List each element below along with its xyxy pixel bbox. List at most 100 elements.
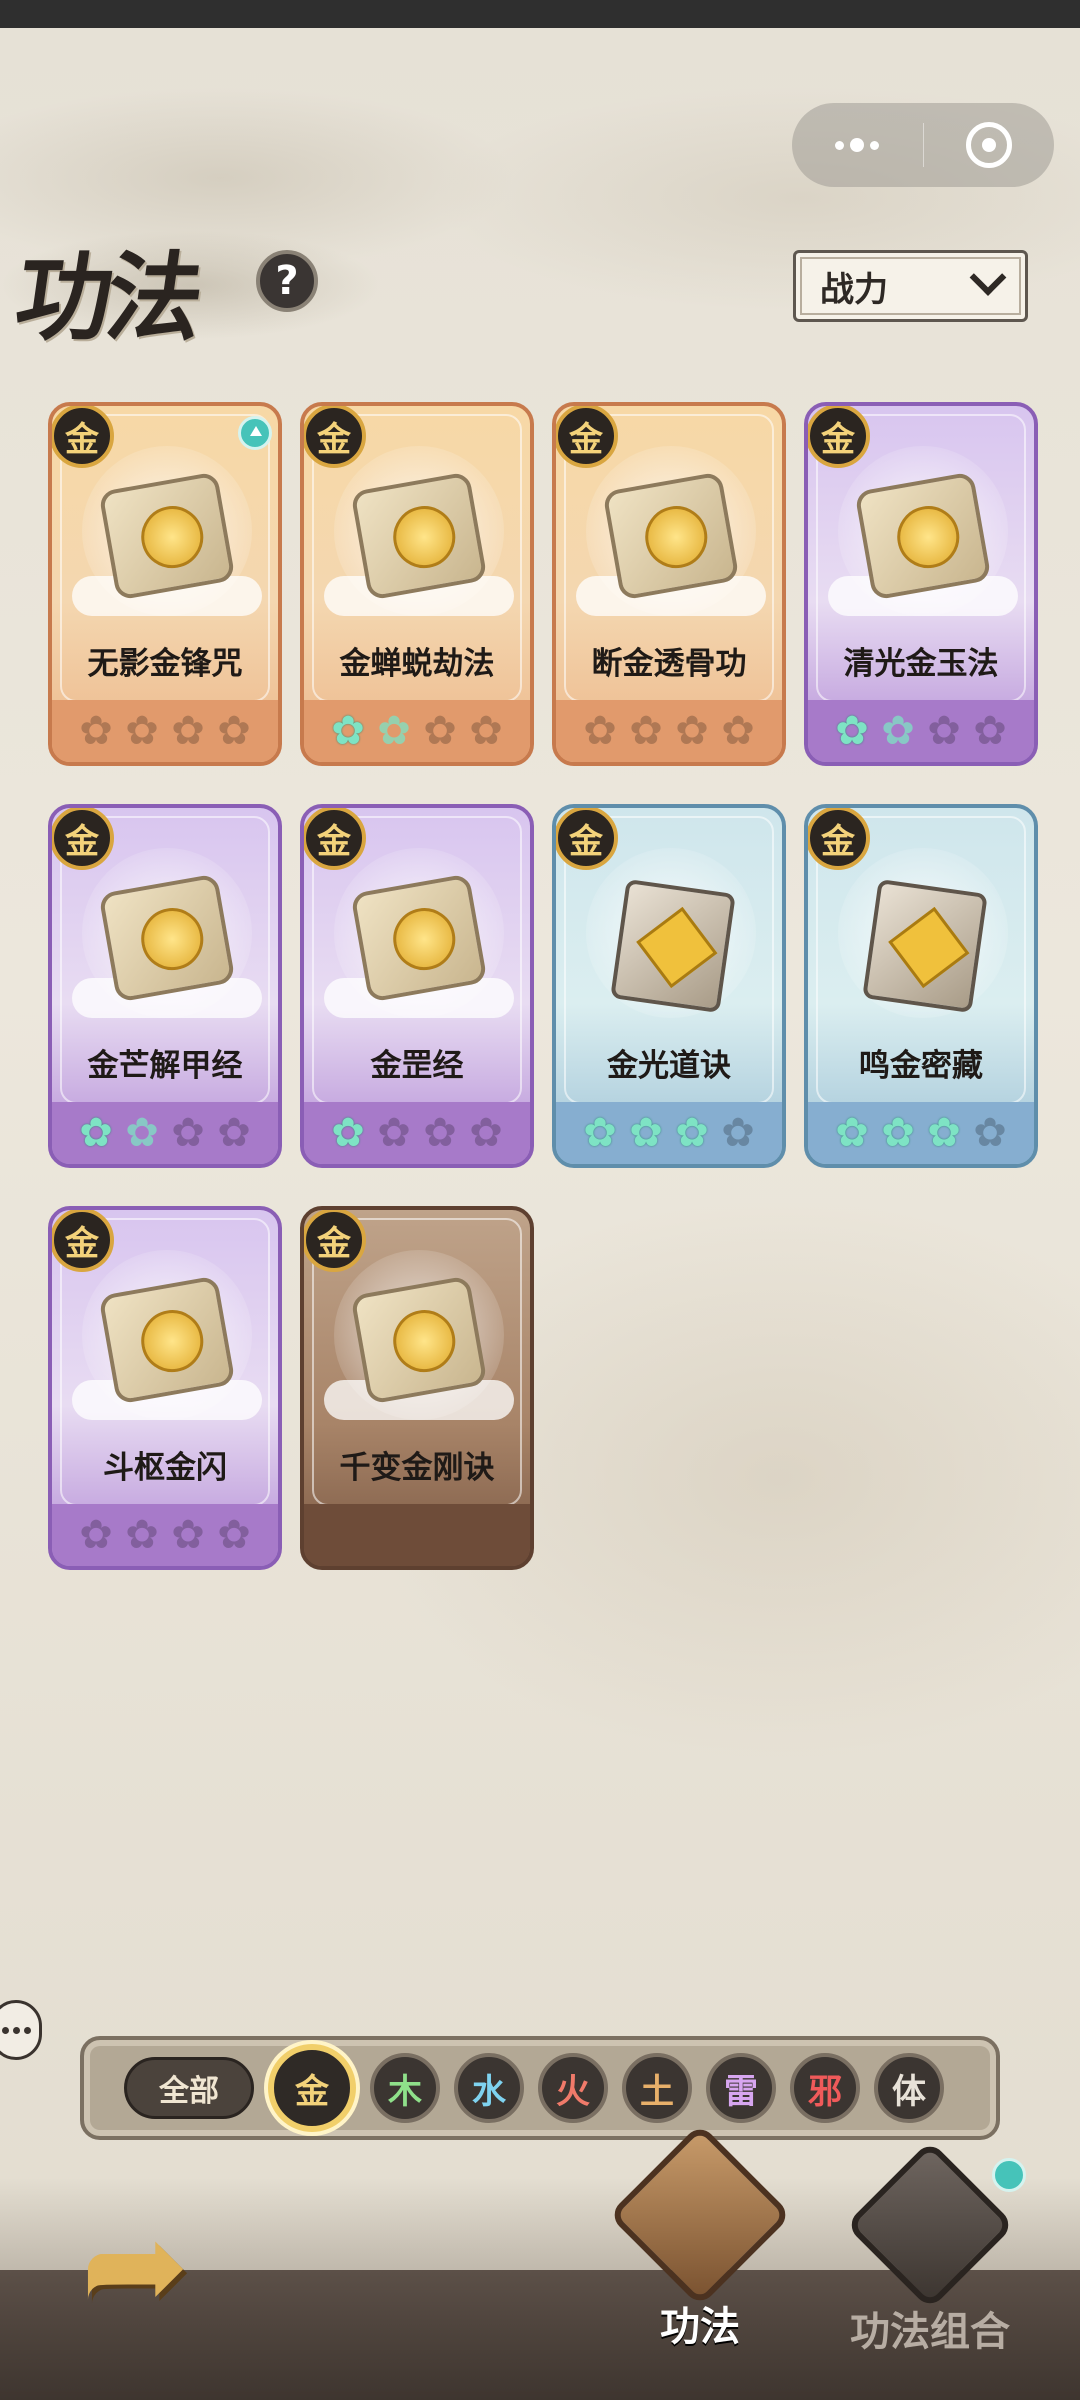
star-flower-icon: ✿ [377, 708, 411, 754]
dragon-scroll-icon [350, 471, 488, 601]
star-flower-icon: ✿ [469, 1110, 503, 1156]
card-footer: ✿ ✿ ✿ ✿ [808, 1102, 1034, 1164]
skill-card[interactable]: 金千变金刚诀0/20 [300, 1206, 534, 1570]
star-flower-icon: ✿ [125, 708, 159, 754]
element-badge: 金 [808, 406, 870, 468]
combo-emblem-icon [845, 2140, 1015, 2310]
dragon-scroll-icon [98, 1275, 236, 1405]
star-flower-icon: ✿ [331, 708, 365, 754]
filter-all-button[interactable]: 全部 [124, 2057, 254, 2119]
card-footer: ✿ ✿ ✿ ✿ [556, 1102, 782, 1164]
element-badge: 金 [556, 406, 618, 468]
filter-chip[interactable]: 水 [454, 2053, 524, 2123]
star-flower-icon: ✿ [583, 708, 617, 754]
star-flower-icon: ✿ [927, 708, 961, 754]
title-area: 功法 ? [0, 200, 380, 354]
more-button[interactable] [792, 103, 923, 187]
star-flower-icon: ✿ [217, 708, 251, 754]
star-flower-icon: ✿ [881, 708, 915, 754]
star-flower-icon: ✿ [423, 1110, 457, 1156]
star-flower-icon: ✿ [171, 708, 205, 754]
dragon-scroll-icon [350, 873, 488, 1003]
star-flower-icon: ✿ [79, 1110, 113, 1156]
star-flower-icon: ✿ [377, 1110, 411, 1156]
element-badge: 金 [304, 406, 366, 468]
star-flower-icon: ✿ [469, 708, 503, 754]
star-flower-icon: ✿ [217, 1110, 251, 1156]
star-flower-icon: ✿ [171, 1512, 205, 1558]
card-footer: ✿ ✿ ✿ ✿ [556, 700, 782, 762]
skill-card[interactable]: 金金罡经 ✿ ✿ ✿ ✿ [300, 804, 534, 1168]
skill-name: 千变金刚诀 [339, 1450, 495, 1486]
skill-name: 金罡经 [370, 1048, 464, 1084]
tab-combo-label: 功法组合 [850, 2309, 1010, 2355]
star-flower-icon: ✿ [973, 708, 1007, 754]
star-flower-icon: ✿ [721, 708, 755, 754]
skill-card[interactable]: 金清光金玉法 ✿ ✿ ✿ ✿ [804, 402, 1038, 766]
skill-name: 金蝉蜕劫法 [339, 646, 495, 682]
star-flower-icon: ✿ [629, 1110, 663, 1156]
more-dots-icon [835, 138, 880, 152]
element-badge: 金 [52, 406, 114, 468]
skill-card[interactable]: 金鸣金密藏 ✿ ✿ ✿ ✿ [804, 804, 1038, 1168]
skill-name: 断金透骨功 [591, 646, 747, 682]
skill-card[interactable]: 金金光道诀 ✿ ✿ ✿ ✿ [552, 804, 786, 1168]
star-flower-icon: ✿ [835, 708, 869, 754]
star-flower-icon: ✿ [79, 708, 113, 754]
star-flower-icon: ✿ [171, 1110, 205, 1156]
upgrade-available-icon [238, 416, 272, 450]
dragon-scroll-icon [602, 471, 740, 601]
star-flower-icon: ✿ [79, 1512, 113, 1558]
star-flower-icon: ✿ [973, 1110, 1007, 1156]
filter-chip[interactable]: 金 [268, 2044, 356, 2132]
skill-name: 鸣金密藏 [859, 1048, 983, 1084]
skill-book-icon [610, 878, 736, 1014]
filter-chip[interactable]: 体 [874, 2053, 944, 2123]
star-flower-icon: ✿ [721, 1110, 755, 1156]
card-footer: ✿ ✿ ✿ ✿ [304, 700, 530, 762]
card-footer: ✿ ✿ ✿ ✿ [304, 1102, 530, 1164]
dragon-scroll-icon [98, 873, 236, 1003]
filter-chip[interactable]: 邪 [790, 2053, 860, 2123]
sort-dropdown[interactable]: 战力 [793, 250, 1028, 322]
element-badge: 金 [52, 1210, 114, 1272]
element-badge: 金 [52, 808, 114, 870]
chevron-down-icon [969, 259, 1007, 296]
close-miniprogram-button[interactable] [924, 103, 1055, 187]
star-flower-icon: ✿ [125, 1512, 159, 1558]
star-flower-icon: ✿ [217, 1512, 251, 1558]
element-badge: 金 [304, 808, 366, 870]
filter-chip[interactable]: 火 [538, 2053, 608, 2123]
star-flower-icon: ✿ [927, 1110, 961, 1156]
skill-card[interactable]: 金金蝉蜕劫法 ✿ ✿ ✿ ✿ [300, 402, 534, 766]
tab-gongfa[interactable]: 功法 [608, 2123, 792, 2350]
skill-name: 清光金玉法 [843, 646, 999, 682]
filter-chip[interactable]: 雷 [706, 2053, 776, 2123]
star-flower-icon: ✿ [331, 1110, 365, 1156]
star-flower-icon: ✿ [835, 1110, 869, 1156]
star-flower-icon: ✿ [675, 708, 709, 754]
page-title: 功法 [8, 241, 205, 354]
skill-name: 金光道诀 [607, 1048, 731, 1084]
star-flower-icon: ✿ [675, 1110, 709, 1156]
skill-card[interactable]: 金断金透骨功 ✿ ✿ ✿ ✿ [552, 402, 786, 766]
tab-gongfa-label: 功法 [660, 2304, 740, 2350]
star-flower-icon: ✿ [423, 708, 457, 754]
tab-combo[interactable]: 功法组合 [830, 2140, 1030, 2355]
star-flower-icon: ✿ [125, 1110, 159, 1156]
dragon-scroll-icon [350, 1275, 488, 1405]
star-flower-icon: ✿ [583, 1110, 617, 1156]
skill-card[interactable]: 金斗枢金闪 ✿ ✿ ✿ ✿ [48, 1206, 282, 1570]
miniprogram-capsule [792, 103, 1054, 187]
skill-book-icon [862, 878, 988, 1014]
filter-chip[interactable]: 木 [370, 2053, 440, 2123]
help-button[interactable]: ? [256, 250, 318, 312]
element-badge: 金 [808, 808, 870, 870]
card-footer: ✿ ✿ ✿ ✿ [52, 1102, 278, 1164]
skill-card[interactable]: 金无影金锋咒 ✿ ✿ ✿ ✿ [48, 402, 282, 766]
skill-card[interactable]: 金金芒解甲经 ✿ ✿ ✿ ✿ [48, 804, 282, 1168]
filter-chip[interactable]: 土 [622, 2053, 692, 2123]
star-flower-icon: ✿ [881, 1110, 915, 1156]
back-button[interactable]: ➦ [40, 2190, 230, 2340]
back-arrow-icon: ➦ [80, 2189, 190, 2341]
